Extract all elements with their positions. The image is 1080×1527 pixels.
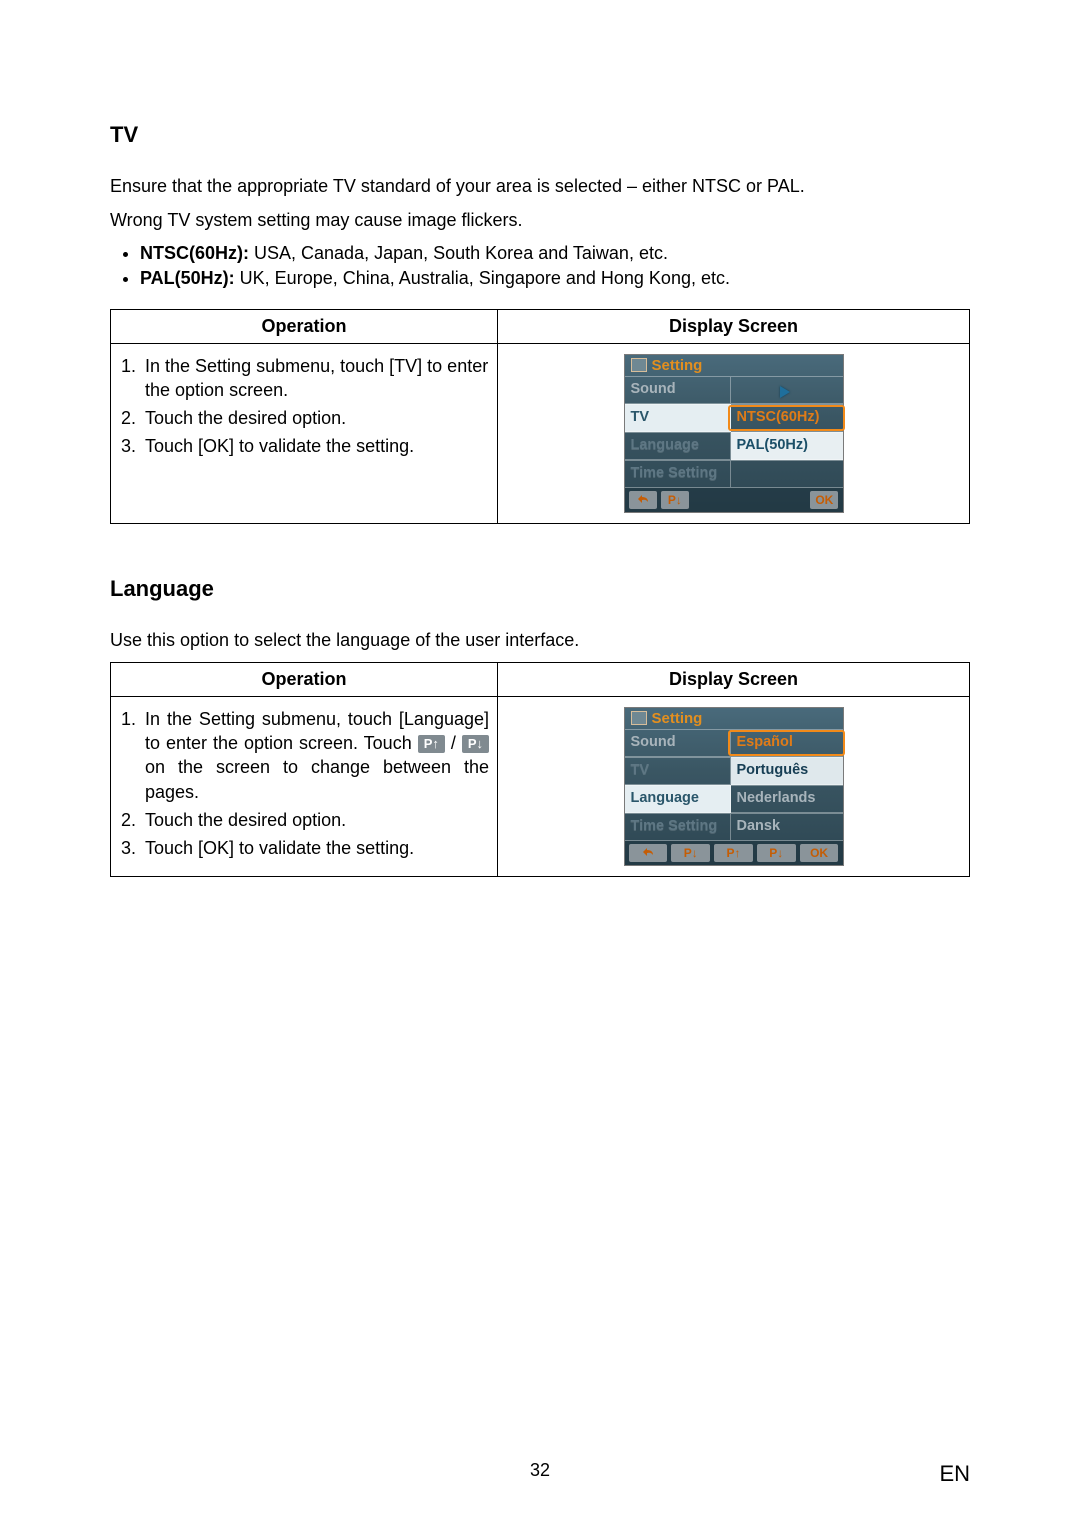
value-cell xyxy=(731,376,843,404)
list-item: Touch [OK] to validate the setting. xyxy=(141,434,489,458)
option-pal[interactable]: PAL(50Hz) xyxy=(731,432,843,460)
screen-title: Setting xyxy=(652,357,703,374)
list-item: Touch the desired option. xyxy=(141,808,489,832)
list-item: Touch [OK] to validate the setting. xyxy=(141,836,489,860)
page-up-badge: P↑ xyxy=(418,735,445,753)
pal-label: PAL(50Hz): xyxy=(140,268,235,288)
page-down-button[interactable]: P↓ xyxy=(661,491,689,509)
list-item: NTSC(60Hz): USA, Canada, Japan, South Ko… xyxy=(140,243,970,264)
menu-item-language[interactable]: Language xyxy=(625,785,731,813)
page-up-button[interactable]: P↑ xyxy=(714,844,753,862)
list-item: In the Setting submenu, touch [Language]… xyxy=(141,707,489,804)
play-icon xyxy=(780,386,790,398)
col-header-operation: Operation xyxy=(111,662,498,696)
page-number: 32 xyxy=(0,1460,1080,1481)
option-dansk[interactable]: Dansk xyxy=(731,813,843,841)
language-operation-table: Operation Display Screen In the Setting … xyxy=(110,662,970,877)
tv-standards-list: NTSC(60Hz): USA, Canada, Japan, South Ko… xyxy=(110,243,970,289)
menu-item-tv[interactable]: TV xyxy=(625,404,731,432)
menu-item-language[interactable]: Language xyxy=(625,432,731,460)
menu-item-time-setting[interactable]: Time Setting xyxy=(625,460,731,488)
language-intro: Use this option to select the language o… xyxy=(110,628,970,652)
menu-item-sound[interactable]: Sound xyxy=(625,376,731,404)
screen-title: Setting xyxy=(652,710,703,727)
display-screen-tv: Setting Sound TV Language Time Setting xyxy=(624,354,844,513)
ok-button[interactable]: OK xyxy=(800,844,839,862)
col-header-display: Display Screen xyxy=(498,309,970,343)
pal-rest: UK, Europe, China, Australia, Singapore … xyxy=(235,268,730,288)
display-screen-language: Setting Sound TV Language Time Setting E… xyxy=(624,707,844,866)
col-header-operation: Operation xyxy=(111,309,498,343)
setting-icon xyxy=(631,358,647,372)
page-down-button[interactable]: P↓ xyxy=(671,844,710,862)
language-steps-list: In the Setting submenu, touch [Language]… xyxy=(119,707,489,861)
menu-item-time-setting[interactable]: Time Setting xyxy=(625,813,731,841)
col-header-display: Display Screen xyxy=(498,662,970,696)
list-item: PAL(50Hz): UK, Europe, China, Australia,… xyxy=(140,268,970,289)
tv-intro-line-1: Ensure that the appropriate TV standard … xyxy=(110,174,970,198)
ntsc-label: NTSC(60Hz): xyxy=(140,243,249,263)
page-language-label: EN xyxy=(939,1461,970,1487)
list-item: In the Setting submenu, touch [TV] to en… xyxy=(141,354,489,403)
menu-item-tv[interactable]: TV xyxy=(625,757,731,785)
tv-operation-table: Operation Display Screen In the Setting … xyxy=(110,309,970,524)
section-heading-tv: TV xyxy=(110,122,970,148)
option-nederlands[interactable]: Nederlands xyxy=(731,785,843,813)
page-down-button-2[interactable]: P↓ xyxy=(757,844,796,862)
section-heading-language: Language xyxy=(110,576,970,602)
back-button[interactable] xyxy=(629,844,668,862)
option-ntsc[interactable]: NTSC(60Hz) xyxy=(731,404,843,432)
option-portugues[interactable]: Português xyxy=(731,757,843,785)
tv-intro-line-2: Wrong TV system setting may cause image … xyxy=(110,208,970,232)
page-down-badge: P↓ xyxy=(462,735,489,753)
tv-steps-list: In the Setting submenu, touch [TV] to en… xyxy=(119,354,489,459)
value-cell xyxy=(731,460,843,488)
ntsc-rest: USA, Canada, Japan, South Korea and Taiw… xyxy=(249,243,668,263)
option-espanol[interactable]: Español xyxy=(731,729,843,757)
setting-icon xyxy=(631,711,647,725)
back-button[interactable] xyxy=(629,491,657,509)
menu-item-sound[interactable]: Sound xyxy=(625,729,731,757)
list-item: Touch the desired option. xyxy=(141,406,489,430)
ok-button[interactable]: OK xyxy=(810,491,838,509)
